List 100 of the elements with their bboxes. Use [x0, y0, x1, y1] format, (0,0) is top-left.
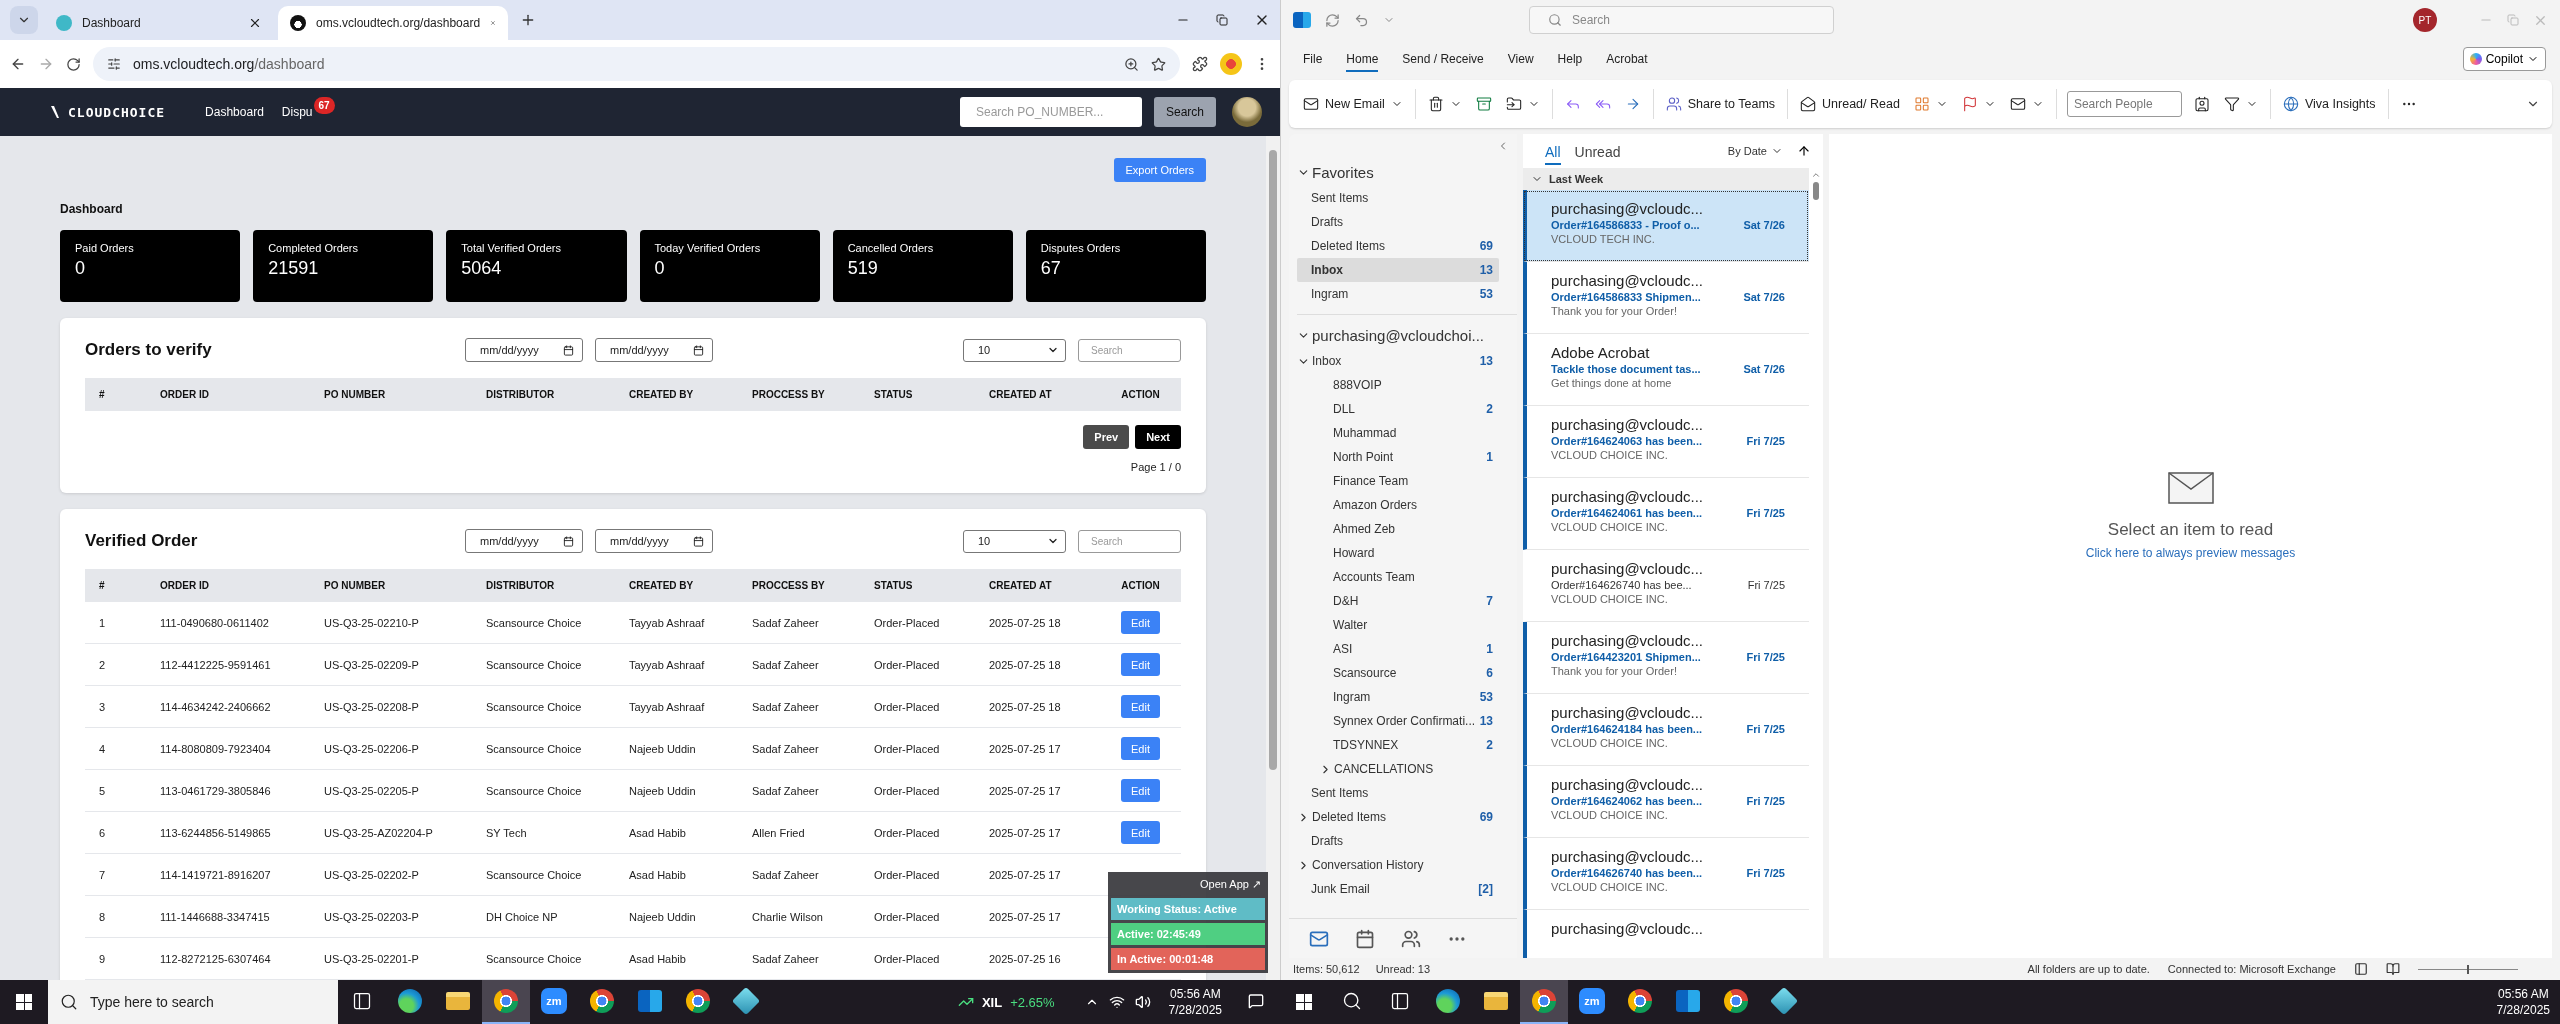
folder-item[interactable]: Deleted Items 69 — [1297, 234, 1499, 258]
reading-view-icon[interactable] — [2386, 962, 2400, 976]
site-logo[interactable]: CLOUDCHOICE — [50, 104, 166, 120]
taskbar-search-field[interactable]: Type here to search — [48, 980, 338, 1024]
menu-tab[interactable]: View — [1507, 46, 1534, 72]
date-field[interactable]: mm/dd/yyyy — [465, 529, 583, 553]
edit-button[interactable]: Edit — [1121, 821, 1160, 844]
nav-link[interactable]: Dispu — [281, 105, 313, 119]
folder-item[interactable]: Howard — [1319, 541, 1499, 565]
search-button[interactable]: Search — [1153, 97, 1216, 127]
search-field[interactable]: Search — [1078, 338, 1181, 362]
folder-item[interactable]: CANCELLATIONS — [1319, 757, 1499, 781]
message-item[interactable]: purchasing@vcloudc... Order#164586833 Shipmen... Sat 7/26 Thank you for your Order! — [1523, 262, 1809, 334]
menu-tab[interactable]: Send / Receive — [1402, 46, 1484, 72]
edit-button[interactable]: Edit — [1121, 737, 1160, 760]
message-item[interactable]: Adobe Acrobat Tackle those document tas... Sat 7/26 Get things done at home — [1523, 334, 1809, 406]
taskbar-app[interactable] — [482, 980, 530, 1024]
preview-link[interactable]: Click here to always preview messages — [2085, 546, 2296, 560]
extensions-icon[interactable] — [1192, 56, 1208, 72]
restore-icon[interactable] — [1216, 14, 1228, 26]
date-field[interactable]: mm/dd/yyyy — [595, 529, 713, 553]
page-size-select[interactable]: 10 — [963, 529, 1066, 553]
sort-dropdown[interactable]: By Date — [1727, 145, 1783, 157]
nav-link[interactable]: Dashboard — [205, 105, 264, 119]
people-icon[interactable] — [1401, 928, 1421, 949]
folder-item[interactable]: TDSYNNEX 2 — [1319, 733, 1499, 757]
page-size-select[interactable]: 10 — [963, 338, 1066, 362]
browser-tab[interactable]: Dashboard — [44, 6, 274, 40]
folder-item[interactable]: Favorites — [1297, 158, 1499, 186]
folder-item[interactable]: Ahmed Zeb — [1319, 517, 1499, 541]
export-orders-button[interactable]: Export Orders — [1113, 158, 1206, 182]
edit-button[interactable]: Edit — [1121, 695, 1160, 718]
open-app-link[interactable]: Open App ↗ — [1196, 876, 1265, 895]
folder-item[interactable]: Deleted Items 69 — [1297, 805, 1499, 829]
message-item[interactable]: purchasing@vcloudc... Order#164626740 has been... Fri 7/25 VCLOUD CHOICE INC. — [1523, 838, 1809, 910]
folder-item[interactable]: Synnex Order Confirmati... 13 — [1319, 709, 1499, 733]
folder-item[interactable]: Ingram 53 — [1297, 282, 1499, 306]
folder-item[interactable]: 888VOIP — [1319, 373, 1499, 397]
volume-icon[interactable] — [1134, 994, 1151, 1010]
menu-tab[interactable]: Home — [1346, 46, 1379, 72]
network-icon[interactable] — [1108, 994, 1125, 1010]
folder-item[interactable]: Conversation History — [1297, 853, 1499, 877]
share-to-teams-button[interactable]: Share to Teams — [1663, 92, 1778, 116]
folder-item[interactable]: Inbox 13 — [1297, 349, 1499, 373]
folder-item[interactable]: Sent Items — [1297, 781, 1499, 805]
sync-icon[interactable] — [1325, 12, 1340, 28]
address-bar[interactable]: oms.vcloudtech.org/dashboard — [93, 47, 1180, 81]
search-field[interactable]: Search — [1078, 529, 1181, 553]
folder-item[interactable]: Walter — [1319, 613, 1499, 637]
message-item[interactable]: purchasing@vcloudc... Order#164624062 has been... Fri 7/25 VCLOUD CHOICE INC. — [1523, 766, 1809, 838]
user-avatar[interactable]: PT — [2413, 8, 2437, 32]
scrollbar[interactable] — [1266, 136, 1280, 980]
scroll-thumb[interactable] — [1813, 182, 1819, 200]
po-search-field[interactable]: Search PO_NUMBER... — [959, 97, 1142, 127]
taskbar-app[interactable] — [1520, 980, 1568, 1024]
calendar-icon[interactable] — [1355, 928, 1375, 949]
folder-item[interactable]: purchasing@vcloudchoi... — [1297, 321, 1499, 349]
reload-icon[interactable] — [66, 56, 81, 72]
undo-icon[interactable] — [1354, 12, 1369, 28]
copilot-button[interactable]: Copilot — [2462, 47, 2546, 71]
scroll-thumb[interactable] — [1269, 150, 1277, 770]
clock[interactable]: 05:56 AM 7/28/2025 — [2486, 986, 2560, 1018]
close-icon[interactable] — [248, 16, 262, 30]
stock-ticker[interactable]: XIL +2.65% — [957, 994, 1077, 1010]
folder-item[interactable]: Sent Items — [1297, 186, 1499, 210]
folder-item[interactable]: Inbox 13 — [1297, 258, 1499, 282]
user-avatar[interactable] — [1232, 97, 1262, 127]
folder-item[interactable]: Drafts — [1297, 829, 1499, 853]
menu-tab[interactable]: File — [1303, 46, 1323, 72]
folder-item[interactable]: Junk Email [2] — [1297, 877, 1499, 901]
folder-item[interactable]: North Point 1 — [1319, 445, 1499, 469]
folder-item[interactable]: Drafts — [1297, 210, 1499, 234]
filter-tab[interactable]: All — [1545, 137, 1561, 165]
back-icon[interactable] — [10, 56, 26, 72]
clock[interactable]: 05:56 AM 7/28/2025 — [1158, 986, 1232, 1018]
folder-item[interactable]: Finance Team — [1319, 469, 1499, 493]
filter-tab[interactable]: Unread — [1574, 137, 1621, 165]
group-header[interactable]: Last Week — [1523, 168, 1809, 190]
menu-tab[interactable]: Help — [1557, 46, 1583, 72]
scroll-up-icon[interactable] — [1811, 170, 1821, 180]
folder-item[interactable]: D&H 7 — [1319, 589, 1499, 613]
prev-button[interactable]: Prev — [1083, 425, 1130, 449]
edit-button[interactable]: Edit — [1121, 653, 1160, 676]
search-people-field[interactable]: Search People — [2066, 91, 2182, 117]
folder-item[interactable]: Muhammad — [1319, 421, 1499, 445]
message-item[interactable]: purchasing@vcloudc... Order#164624061 has been... Fri 7/25 VCLOUD CHOICE INC. — [1523, 478, 1809, 550]
menu-tab[interactable]: Acrobat — [1606, 46, 1648, 72]
date-field[interactable]: mm/dd/yyyy — [465, 338, 583, 362]
normal-view-icon[interactable] — [2354, 962, 2368, 976]
message-item[interactable]: purchasing@vcloudc... Order#164624063 has been... Fri 7/25 VCLOUD CHOICE INC. — [1523, 406, 1809, 478]
folder-item[interactable]: ASI 1 — [1319, 637, 1499, 661]
message-item[interactable]: purchasing@vcloudc... Order#164586833 - Proof o... Sat 7/26 VCLOUD TECH INC. — [1523, 190, 1809, 262]
extension-icon[interactable] — [1220, 53, 1242, 75]
folder-item[interactable]: Accounts Team — [1319, 565, 1499, 589]
edit-button[interactable]: Edit — [1121, 611, 1160, 634]
new-email-button[interactable]: New Email — [1301, 92, 1405, 116]
folder-item[interactable]: Ingram 53 — [1319, 685, 1499, 709]
folder-item[interactable]: Amazon Orders — [1319, 493, 1499, 517]
folder-item[interactable]: DLL 2 — [1319, 397, 1499, 421]
next-button[interactable]: Next — [1135, 425, 1181, 449]
